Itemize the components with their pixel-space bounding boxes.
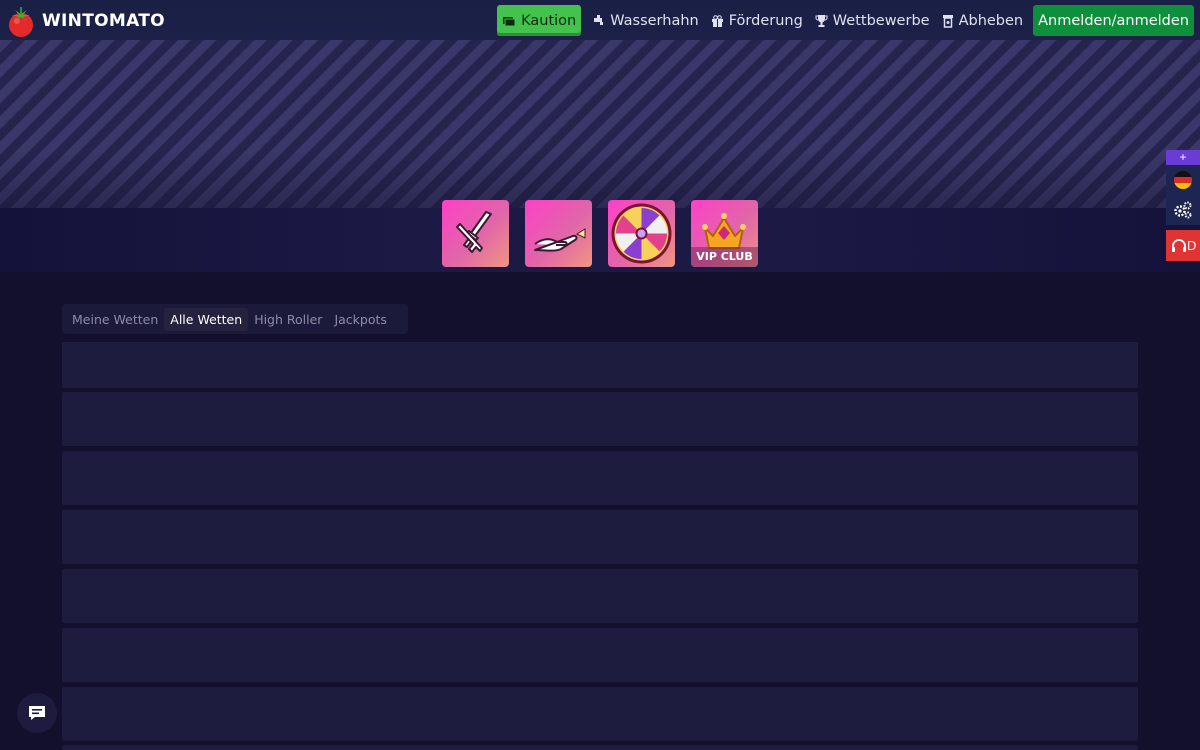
crossed-swords-icon [456,211,492,253]
bets-tabs: Meine Wetten Alle Wetten High Roller Jac… [62,304,408,334]
table-row [62,628,1138,682]
withdraw-icon [942,14,954,28]
table-row [62,510,1138,564]
deposit-label: Kaution [521,12,577,29]
contests-label: Wettbewerbe [832,12,930,29]
gift-icon [711,14,724,28]
settings-button[interactable] [1166,195,1200,225]
support-button[interactable]: D [1166,230,1200,261]
withdraw-label: Abheben [958,12,1024,29]
trophy-icon [815,14,828,28]
side-expand-button[interactable]: + [1166,150,1200,165]
brand-name: WINTOMATO [42,11,165,31]
side-widget: + [1166,150,1200,225]
table-row [62,392,1138,446]
faucet-label: Wasserhahn [610,12,699,29]
table-row [62,687,1138,741]
game-tile-vip[interactable]: VIP CLUB [691,200,758,267]
tab-jackpots[interactable]: Jackpots [328,308,392,331]
main-nav: Kaution Wasserhahn Förderung Wettbewerbe… [497,5,1194,36]
withdraw-link[interactable]: Abheben [936,5,1030,36]
wheel-of-fortune-icon [611,203,672,264]
table-row [62,745,1138,750]
bets-list [62,342,1138,750]
tab-my-bets[interactable]: Meine Wetten [66,308,164,331]
hand-coin-icon [534,228,586,252]
top-navbar: WINTOMATO Kaution Wasserhahn Förderung W… [0,0,1200,40]
gears-icon [1174,201,1192,219]
table-row [62,451,1138,505]
game-tile-faucet[interactable] [525,200,592,267]
promotion-link[interactable]: Förderung [705,5,809,36]
tomato-icon [9,7,33,37]
game-tile-wheel[interactable] [608,200,675,267]
contests-link[interactable]: Wettbewerbe [809,5,936,36]
promotion-label: Förderung [728,12,803,29]
faucet-icon [593,14,605,28]
headset-icon [1172,238,1186,252]
table-row [62,569,1138,623]
chat-icon [29,706,45,720]
language-button[interactable] [1166,165,1200,195]
game-tiles: VIP CLUB [442,200,758,267]
support-label: D [1187,238,1197,253]
brand-logo[interactable]: WINTOMATO [6,4,165,38]
chat-button[interactable] [17,693,57,733]
table-row [62,342,1138,388]
cash-icon [502,14,516,28]
tab-all-bets[interactable]: Alle Wetten [164,307,249,331]
faucet-link[interactable]: Wasserhahn [587,5,705,36]
tab-high-roller[interactable]: High Roller [248,308,328,331]
login-button[interactable]: Anmelden/anmelden [1033,5,1194,36]
vip-club-label: VIP CLUB [691,247,758,267]
german-flag-icon [1174,171,1192,189]
deposit-button[interactable]: Kaution [497,5,582,36]
game-tile-battle[interactable] [442,200,509,267]
